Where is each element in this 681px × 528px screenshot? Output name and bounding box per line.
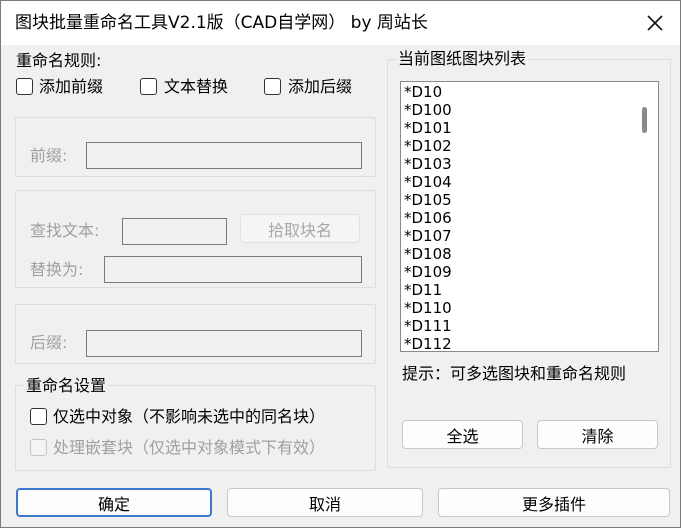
- title-bar: 图块批量重命名工具V2.1版（CAD自学网） by 周站长: [1, 1, 680, 45]
- close-button[interactable]: [641, 11, 669, 35]
- clear-button[interactable]: 清除: [537, 420, 658, 449]
- checkbox-add-prefix-label[interactable]: 添加前缀: [39, 76, 103, 98]
- list-item[interactable]: *D100: [404, 101, 452, 119]
- find-text-input[interactable]: [122, 218, 227, 245]
- list-item[interactable]: *D110: [404, 299, 452, 317]
- list-item[interactable]: *D109: [404, 263, 452, 281]
- settings-heading: 重命名设置: [24, 375, 109, 397]
- suffix-label: 后缀:: [30, 333, 68, 352]
- checkbox-selected-only[interactable]: [30, 408, 47, 425]
- list-item[interactable]: *D106: [404, 209, 452, 227]
- checkbox-add-prefix[interactable]: [16, 78, 33, 95]
- list-item[interactable]: *D105: [404, 191, 452, 209]
- checkbox-text-replace-label[interactable]: 文本替换: [164, 76, 228, 98]
- checkbox-add-suffix-label[interactable]: 添加后缀: [288, 76, 352, 98]
- prefix-input[interactable]: [86, 142, 362, 169]
- list-item[interactable]: *D108: [404, 245, 452, 263]
- select-all-button[interactable]: 全选: [402, 420, 523, 449]
- block-list[interactable]: *D10 *D100 *D101 *D102 *D103 *D104 *D105…: [400, 81, 659, 352]
- rules-heading: 重命名规则:: [16, 51, 102, 70]
- list-scrollbar-thumb[interactable]: [642, 107, 647, 133]
- list-item[interactable]: *D10: [404, 83, 442, 101]
- checkbox-nested-blocks-label: 处理嵌套块（仅选中对象模式下有效）: [53, 438, 326, 457]
- more-plugins-button[interactable]: 更多插件: [438, 488, 670, 517]
- list-item[interactable]: *D102: [404, 137, 452, 155]
- checkbox-nested-blocks[interactable]: [30, 439, 47, 456]
- list-item[interactable]: *D107: [404, 227, 452, 245]
- prefix-label: 前缀:: [30, 146, 68, 165]
- replace-with-label: 替换为:: [30, 260, 84, 279]
- checkbox-add-suffix[interactable]: [264, 78, 281, 95]
- cancel-button[interactable]: 取消: [227, 488, 423, 517]
- list-item[interactable]: *D111: [404, 317, 452, 335]
- list-item[interactable]: *D103: [404, 155, 452, 173]
- checkbox-text-replace[interactable]: [140, 78, 157, 95]
- list-item[interactable]: *D104: [404, 173, 452, 191]
- replace-with-input[interactable]: [104, 256, 362, 283]
- pick-block-name-button[interactable]: 拾取块名: [240, 214, 360, 243]
- list-item[interactable]: *D101: [404, 119, 452, 137]
- block-list-heading: 当前图纸图块列表: [396, 48, 529, 70]
- list-item[interactable]: *D11: [404, 281, 442, 299]
- checkbox-selected-only-label[interactable]: 仅选中对象（不影响未选中的同名块）: [53, 406, 325, 428]
- ok-button[interactable]: 确定: [16, 488, 212, 517]
- close-icon: [647, 15, 663, 31]
- window-title: 图块批量重命名工具V2.1版（CAD自学网） by 周站长: [15, 13, 428, 33]
- hint-text: 提示：可多选图块和重命名规则: [402, 364, 627, 383]
- list-item[interactable]: *D112: [404, 335, 452, 351]
- suffix-input[interactable]: [86, 330, 362, 357]
- dialog-window: 图块批量重命名工具V2.1版（CAD自学网） by 周站长 重命名规则: 添加前…: [0, 0, 681, 528]
- find-text-label: 查找文本:: [30, 221, 100, 240]
